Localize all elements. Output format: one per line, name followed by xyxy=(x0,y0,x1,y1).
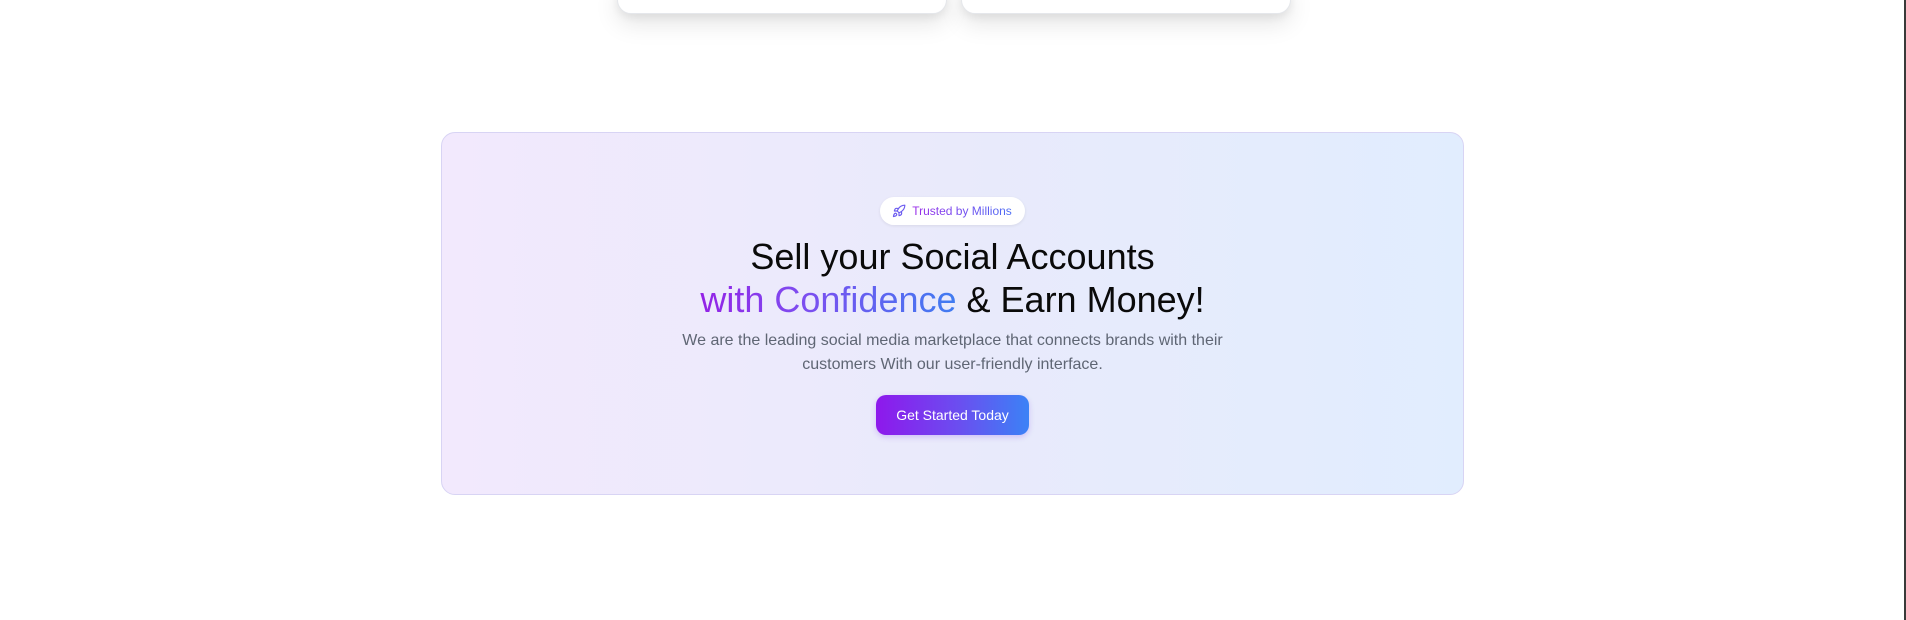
headline-line-1: Sell your Social Accounts xyxy=(750,236,1155,277)
cta-content: Trusted by Millions Sell your Social Acc… xyxy=(442,197,1463,435)
headline-rest: & Earn Money! xyxy=(956,279,1205,320)
headline-highlight: with Confidence xyxy=(700,279,957,320)
trusted-badge: Trusted by Millions xyxy=(880,197,1025,225)
rocket-icon xyxy=(893,204,906,218)
cta-banner: Trusted by Millions Sell your Social Acc… xyxy=(441,132,1464,495)
get-started-button[interactable]: Get Started Today xyxy=(876,395,1029,435)
page: Trusted by Millions Sell your Social Acc… xyxy=(0,0,1906,620)
cta-headline: Sell your Social Accounts with Confidenc… xyxy=(442,235,1463,321)
badge-label: Trusted by Millions xyxy=(912,204,1012,218)
previous-section-card xyxy=(617,0,947,14)
previous-section-card xyxy=(961,0,1291,14)
cta-description: We are the leading social media marketpl… xyxy=(682,332,1223,373)
